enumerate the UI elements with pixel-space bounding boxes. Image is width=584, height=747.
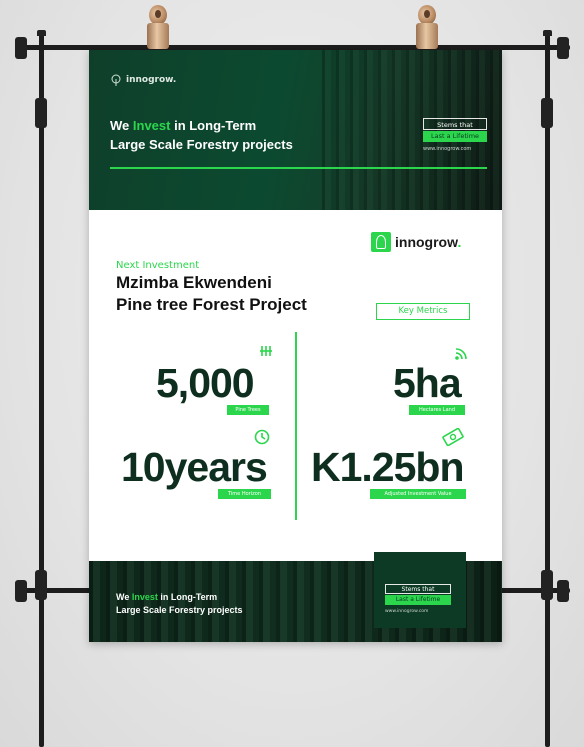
pole-joint-right-1 [541,98,553,128]
project-title-line1: Mzimba Ekwendeni [116,273,272,292]
project-title: Mzimba Ekwendeni Pine tree Forest Projec… [116,272,307,316]
pole-cap-right [543,30,552,36]
stand-pole-right [545,30,550,747]
pole-joint-right-2 [541,570,553,600]
pole-joint-left-2 [35,570,47,600]
stems-box: Stems that [423,118,487,130]
binder-clip-left [146,5,170,49]
tagline-text: in Long-Term [157,592,218,602]
tree-icon [111,74,121,86]
section-label: Next Investment [116,260,200,271]
brand-logo: innogrow. [371,232,461,252]
tagline-highlight: Invest [131,592,158,602]
metric-value-time: 10years [121,444,268,490]
tagline-highlight: Invest [132,118,171,133]
forest-photo [322,50,502,210]
metric-value-investment: K1.25bn [311,444,464,490]
rail-knob-top-right [557,37,569,59]
project-title-line2: Pine tree Forest Project [116,295,307,314]
tagline-line2: Large Scale Forestry projects [110,137,293,152]
brand-name: innogrow. [395,234,461,250]
trees-icon [260,346,272,356]
binder-clip-right [415,5,439,49]
pole-cap-left [37,30,46,36]
brand-logo-small: innogrow. [110,74,176,86]
top-tagline: We Invest in Long-Term Large Scale Fores… [110,116,293,154]
tagline-text: We [116,592,132,602]
metric-label-investment: Adjusted Investment Value [370,489,466,499]
stand-pole-left [39,30,44,747]
accent-line [110,167,487,169]
stems-highlight: Last a Lifetime [423,131,487,142]
tagline-text: We [110,118,133,133]
land-icon [455,348,467,360]
brand-name-text: innogrow [395,234,458,250]
poster: innogrow. We Invest in Long-Term Large S… [89,50,502,642]
poster-top-band: innogrow. We Invest in Long-Term Large S… [89,50,502,210]
key-metrics-badge: Key Metrics [376,303,470,320]
clip-ring [418,5,436,25]
stems-box-bottom: Stems that [385,584,451,594]
tagline-line2: Large Scale Forestry projects [116,605,243,615]
pole-joint-left-1 [35,98,47,128]
clock-icon [254,429,270,445]
rail-knob-top-left [15,37,27,59]
logo-mark-icon [371,232,391,252]
brand-name-small: innogrow. [126,75,177,85]
website-url: www.innogrow.com [423,146,472,152]
stems-highlight-bottom: Last a Lifetime [385,595,451,605]
website-url-bottom: www.innogrow.com [385,609,429,614]
clip-body [416,23,438,49]
metrics-divider [295,332,297,520]
rail-knob-bottom-left [15,580,27,602]
metric-label-land: Hectares Land [409,405,465,415]
metric-label-time: Time Horizon [218,489,271,499]
tagline-text: in Long-Term [170,118,257,133]
metric-value-land: 5ha [393,360,462,406]
metric-value-trees: 5,000 [156,360,255,406]
clip-ring [149,5,167,25]
metric-label-trees: Pine Trees [227,405,269,415]
bottom-tagline: We Invest in Long-Term Large Scale Fores… [116,591,243,617]
brand-dot: . [457,234,462,250]
rail-knob-bottom-right [557,580,569,602]
clip-body [147,23,169,49]
